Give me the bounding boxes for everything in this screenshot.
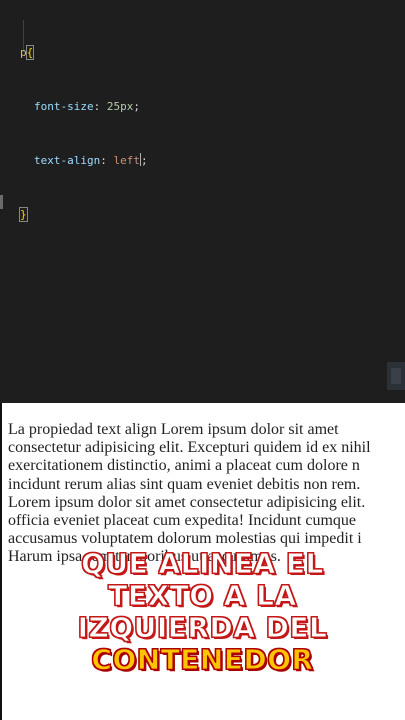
minimap-slider[interactable] <box>387 362 405 390</box>
video-caption: QUE ALINEA EL TEXTO A LA IZQUIERDA DEL C… <box>0 547 405 676</box>
css-property: font-size <box>34 100 94 113</box>
code-line-2: font-size: 25px; <box>0 98 148 116</box>
code-line-3: text-align: left; <box>0 152 148 170</box>
caption-line-4: CONTENEDOR <box>91 643 314 676</box>
code-line-4: } <box>0 206 148 224</box>
css-selector: p <box>20 46 27 59</box>
code-text[interactable]: p{ font-size: 25px; text-align: left; } <box>0 8 148 260</box>
css-value: 25px <box>106 100 134 113</box>
css-property: text-align <box>34 154 101 167</box>
caption-line-3: IZQUIERDA DEL <box>77 611 328 644</box>
colon: : <box>93 100 101 113</box>
semicolon: ; <box>133 100 140 113</box>
close-brace: } <box>19 207 28 222</box>
colon: : <box>100 154 107 167</box>
open-brace: { <box>25 45 35 60</box>
code-editor[interactable]: p{ font-size: 25px; text-align: left; } <box>0 0 405 403</box>
caption-line-2: TEXTO A LA <box>108 579 297 612</box>
code-line-1: p{ <box>0 44 148 62</box>
caption-line-1: QUE ALINEA EL <box>81 547 324 580</box>
css-value: left <box>113 154 140 167</box>
preview-paragraph: La propiedad text align Lorem ipsum dolo… <box>8 421 371 566</box>
semicolon: ; <box>140 154 148 167</box>
